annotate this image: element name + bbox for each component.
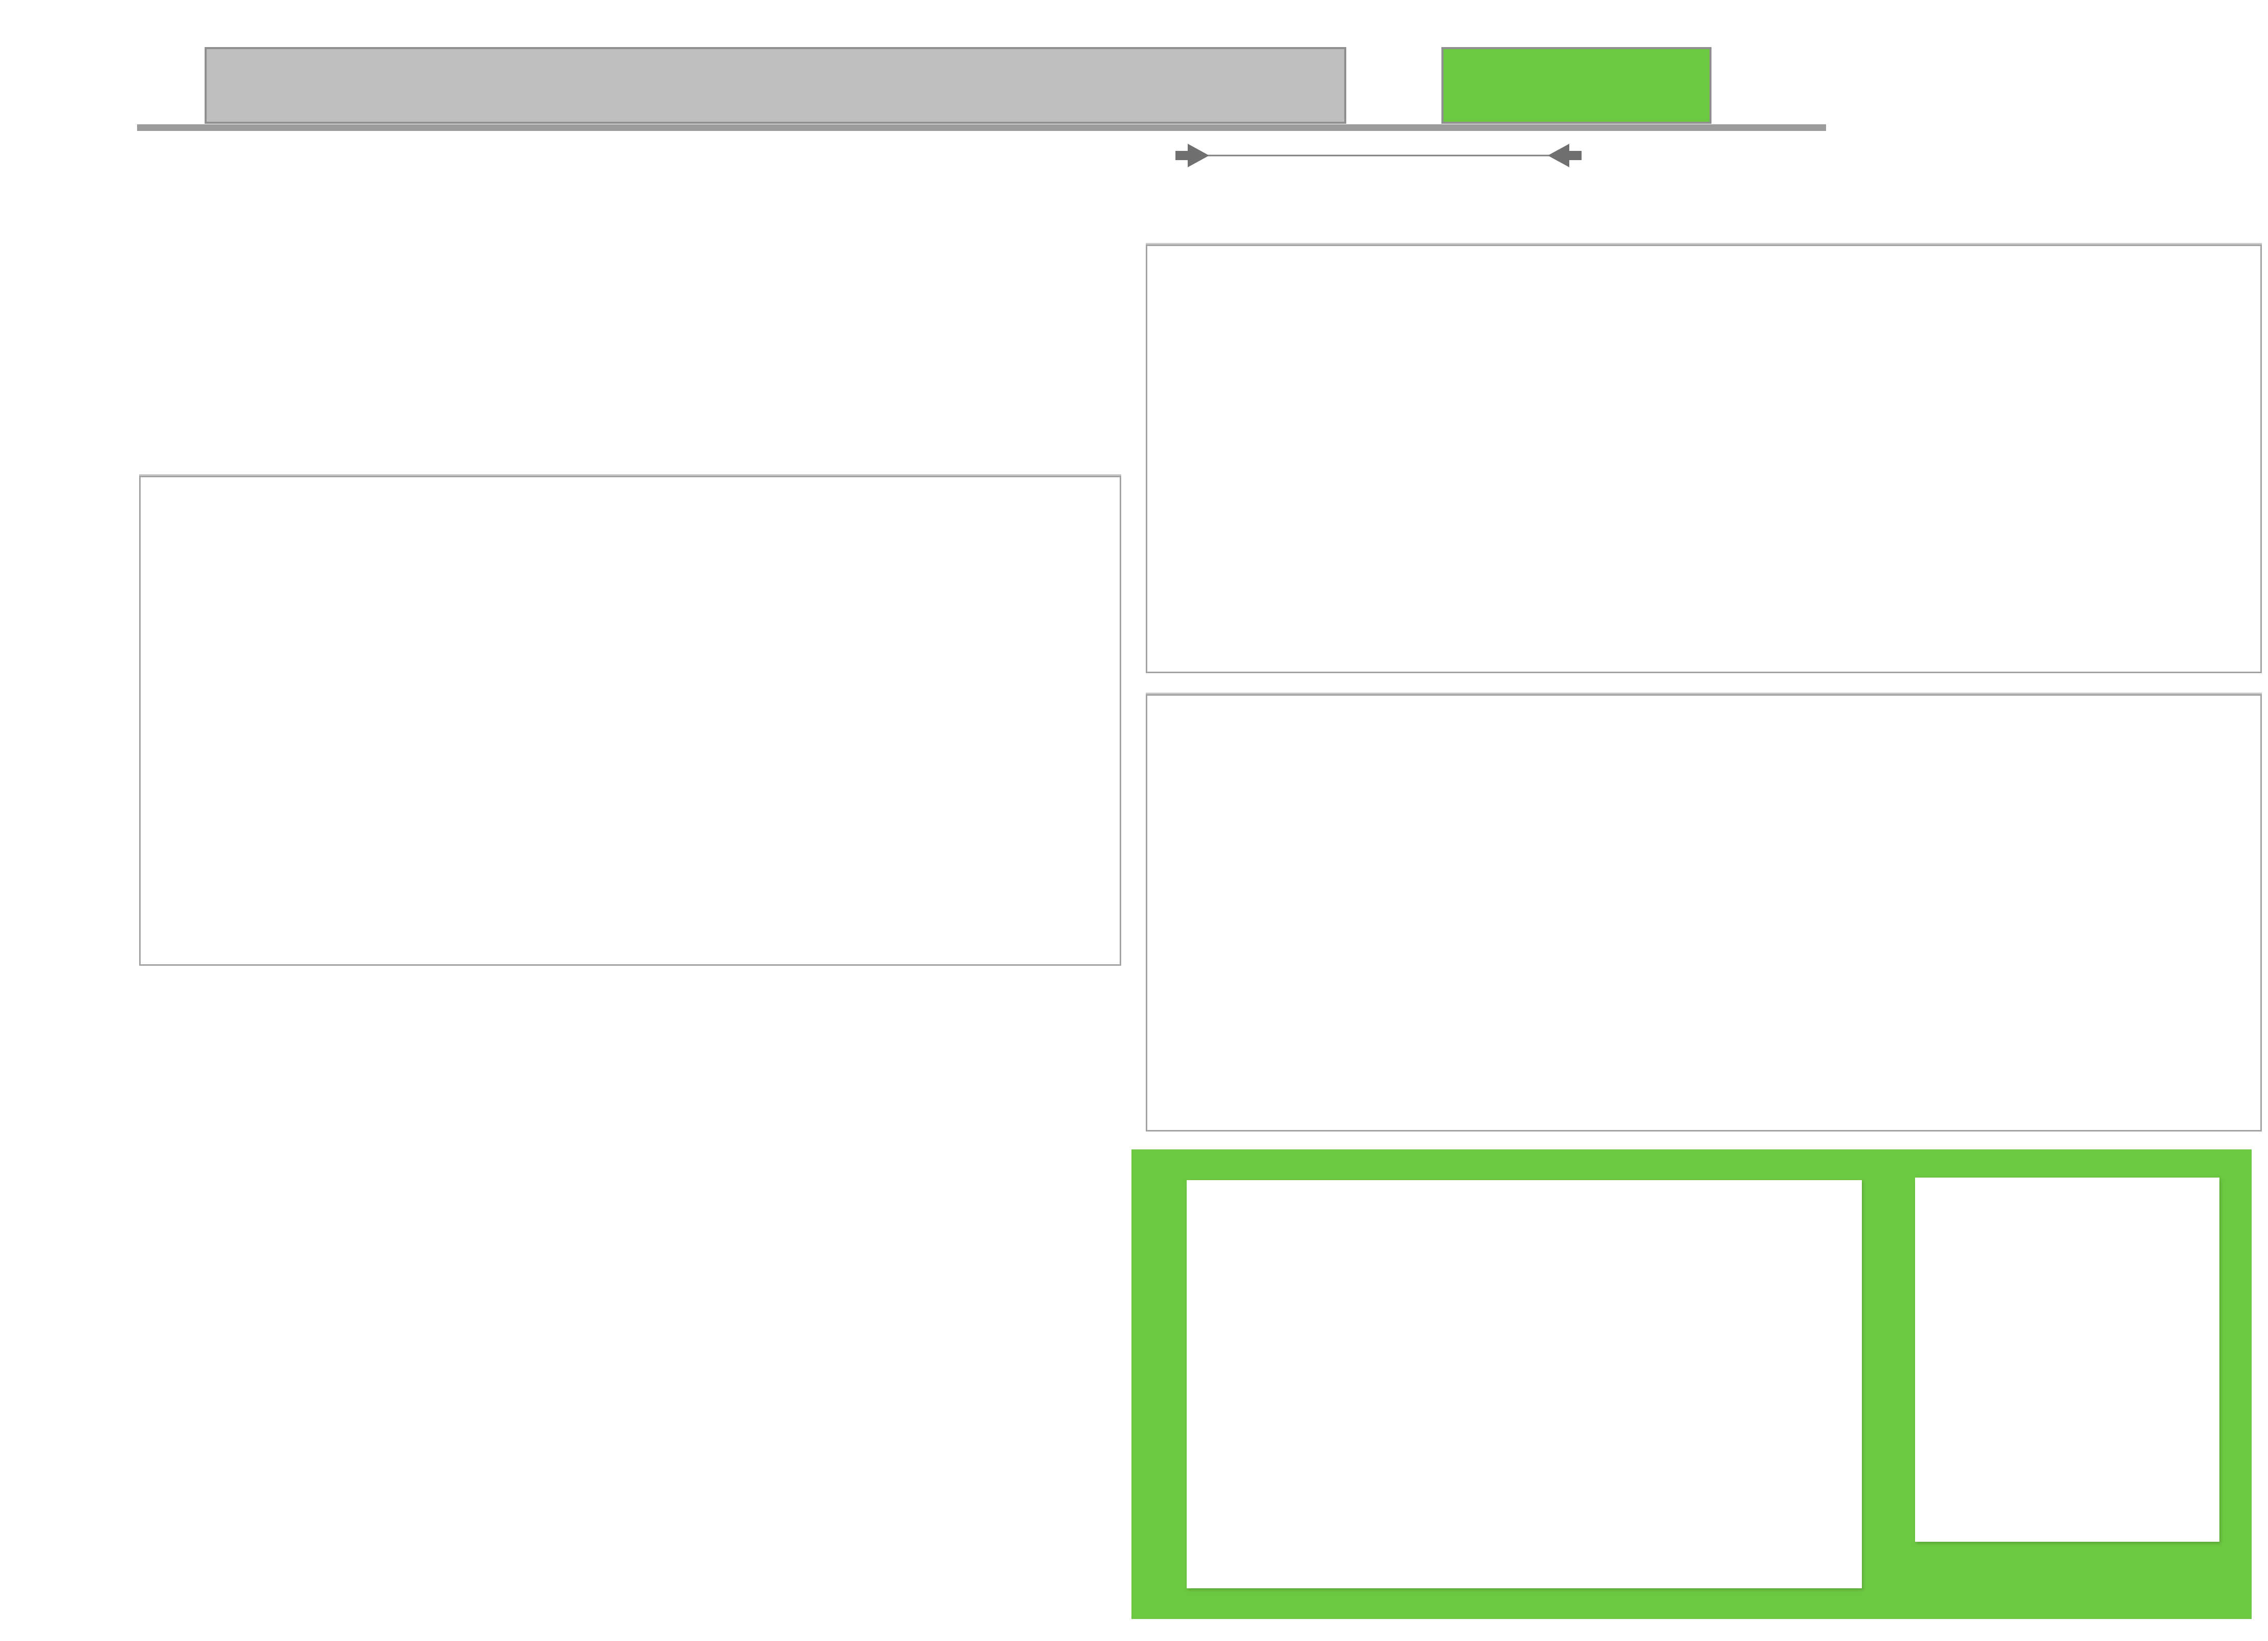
coverage-card xyxy=(1187,1180,1862,1588)
coverage-plot xyxy=(1162,253,1875,665)
primer-region-arrows xyxy=(1161,137,1596,178)
coverage-plot xyxy=(1190,1183,1857,1584)
panel-7-ma-ba-highlight xyxy=(1131,1149,2252,1619)
cp-gene-box xyxy=(1441,47,1711,124)
reverse-primer-icon xyxy=(1568,151,1582,160)
panel-3-svcd-us xyxy=(139,476,1121,966)
coverage-plot xyxy=(1162,704,1875,1118)
genome-line xyxy=(137,124,1826,131)
reverse-primer-arrowhead-icon xyxy=(1548,144,1569,167)
coverage-plot xyxy=(146,545,829,948)
read-length-histogram xyxy=(837,507,1115,917)
read-length-histogram xyxy=(1932,713,2239,1117)
rdrp-gene-box xyxy=(205,47,1346,124)
forward-primer-arrowhead-icon xyxy=(1188,144,1209,167)
histogram-card xyxy=(1915,1178,2219,1542)
figure-canvas xyxy=(0,0,2268,1641)
read-length-histogram xyxy=(1932,257,2239,663)
panel-6-ecgsv-ba xyxy=(1146,694,2262,1132)
read-length-histogram xyxy=(1919,1181,2214,1538)
forward-primer-icon xyxy=(1175,151,1189,160)
panel-5-m-ba xyxy=(1146,245,2262,673)
